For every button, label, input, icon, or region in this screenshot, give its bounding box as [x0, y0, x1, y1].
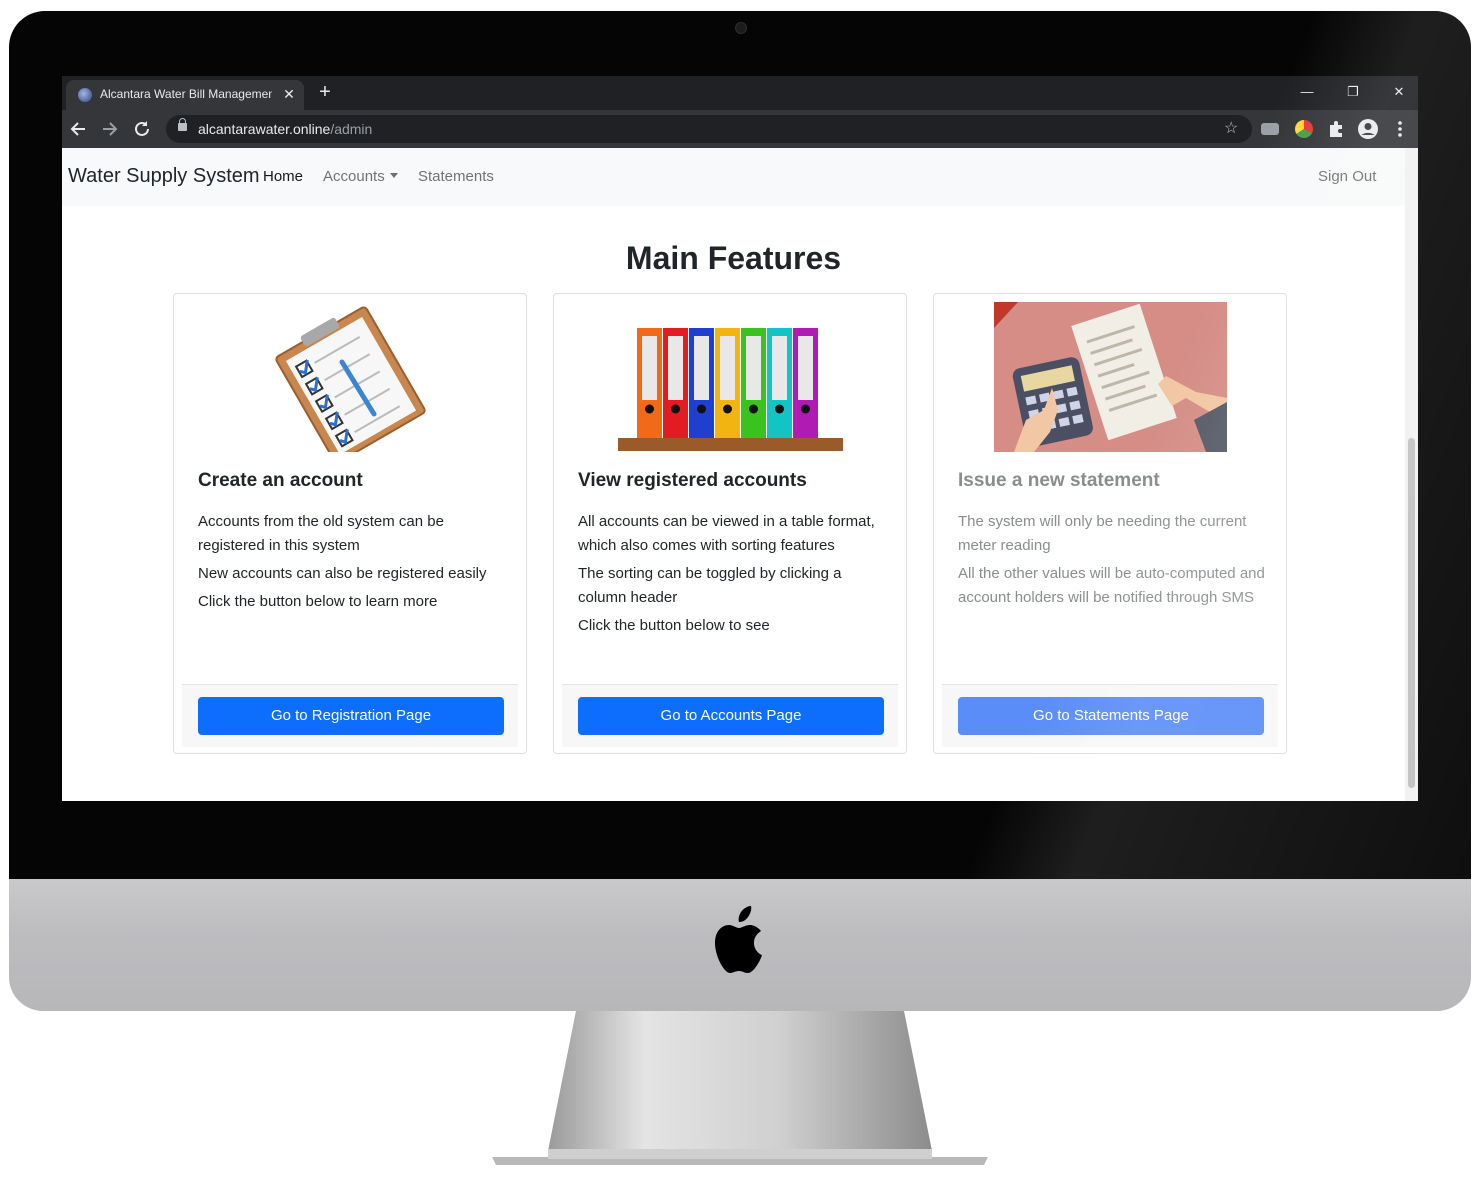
screen: Alcantara Water Bill Management ✕ + — ❐ …: [62, 76, 1418, 801]
card-text: Accounts from the old system can be regi…: [198, 513, 487, 610]
star-icon[interactable]: ☆: [1224, 118, 1238, 138]
nav-statements[interactable]: Statements: [418, 168, 494, 185]
favicon-icon: [78, 88, 92, 102]
card-title: Create an account: [198, 470, 363, 491]
navbar-brand[interactable]: Water Supply System: [68, 165, 260, 188]
close-window-button[interactable]: ✕: [1387, 82, 1411, 102]
card-text: The system will only be needing the curr…: [958, 513, 1265, 606]
browser-tab[interactable]: Alcantara Water Bill Management ✕: [66, 80, 304, 110]
monitor-stand: [492, 1011, 988, 1165]
scrollbar-thumb[interactable]: [1408, 438, 1415, 788]
forward-arrow-icon[interactable]: [99, 118, 121, 140]
menu-icon[interactable]: [1389, 118, 1411, 140]
minimize-button[interactable]: —: [1295, 82, 1319, 102]
extension-icon[interactable]: [1261, 123, 1279, 135]
feature-card-create-account: Create an account Accounts from the old …: [173, 293, 527, 754]
clipboard-checklist-icon: [275, 306, 426, 452]
reload-icon[interactable]: [131, 118, 153, 140]
url-text: alcantarawater.online/admin: [198, 121, 373, 137]
binders-shelf-icon: [618, 328, 843, 451]
go-to-statements-button[interactable]: Go to Statements Page: [958, 697, 1264, 735]
apple-logo-icon: [715, 906, 762, 973]
restore-button[interactable]: ❐: [1341, 82, 1365, 102]
lock-icon: [178, 118, 187, 131]
card-footer: Go to Registration Page: [182, 684, 518, 747]
feature-card-view-accounts: View registered accounts All accounts ca…: [553, 293, 907, 754]
address-bar[interactable]: alcantarawater.online/admin ☆: [166, 115, 1252, 143]
page-title: Main Features: [625, 240, 842, 276]
card-title: View registered accounts: [578, 470, 807, 491]
tab-close-icon[interactable]: ✕: [280, 85, 298, 103]
sign-out-link[interactable]: Sign Out: [1318, 168, 1376, 185]
page-scrollbar[interactable]: [1405, 148, 1418, 801]
card-title: Issue a new statement: [958, 470, 1160, 491]
card-footer: Go to Accounts Page: [562, 684, 898, 747]
profile-icon[interactable]: [1357, 118, 1379, 140]
browser-tabstrip: Alcantara Water Bill Management ✕ + — ❐ …: [62, 76, 1418, 110]
extensions-puzzle-icon[interactable]: [1325, 118, 1347, 140]
extension-icon[interactable]: [1295, 120, 1313, 138]
card-text: All accounts can be viewed in a table fo…: [578, 513, 875, 634]
feature-card-issue-statement: Issue a new statement The system will on…: [933, 293, 1287, 754]
back-arrow-icon[interactable]: [67, 118, 89, 140]
tab-title: Alcantara Water Bill Management: [100, 87, 272, 101]
nav-accounts-dropdown[interactable]: Accounts: [323, 168, 398, 185]
nav-home[interactable]: Home: [263, 168, 303, 185]
card-footer: Go to Statements Page: [942, 684, 1278, 747]
webcam-icon: [735, 22, 747, 34]
web-page: Water Supply System Home Accounts Statem…: [62, 148, 1405, 801]
new-tab-button[interactable]: +: [314, 81, 336, 103]
browser-toolbar: alcantarawater.online/admin ☆: [62, 110, 1418, 148]
site-navbar: Water Supply System Home Accounts Statem…: [62, 148, 1405, 206]
go-to-registration-button[interactable]: Go to Registration Page: [198, 697, 504, 735]
calculator-bill-icon: [994, 302, 1227, 452]
chevron-down-icon: [389, 173, 398, 178]
go-to-accounts-button[interactable]: Go to Accounts Page: [578, 697, 884, 735]
